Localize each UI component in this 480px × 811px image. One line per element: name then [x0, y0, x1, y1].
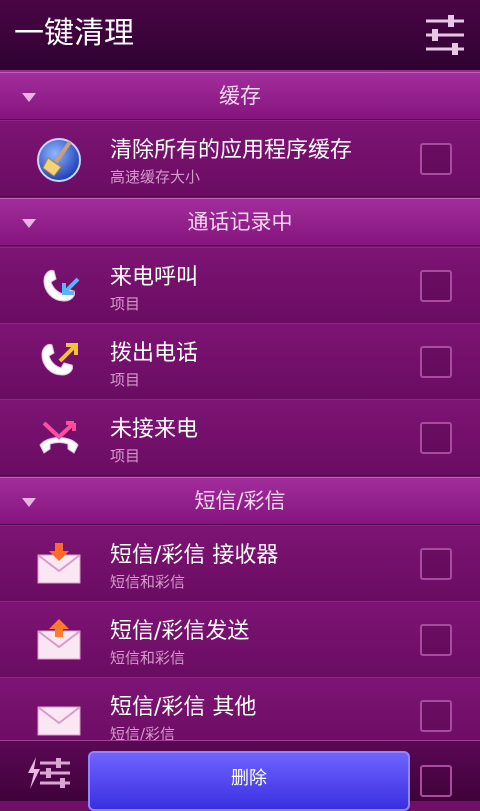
item-title: 清除所有的应用程序缓存	[110, 138, 353, 163]
item-subtitle: 短信和彩信	[110, 649, 186, 667]
section-sms[interactable]: 短信/彩信	[0, 477, 480, 525]
mail-icon	[37, 706, 81, 736]
list-item-sms-inbox[interactable]: 短信/彩信 接收器 短信和彩信	[0, 525, 480, 602]
list-item-outgoing[interactable]: 拨出电话 项目	[0, 323, 480, 400]
checkbox[interactable]	[420, 700, 452, 732]
mail-incoming-icon	[37, 543, 81, 584]
item-title: 来电呼叫	[110, 265, 199, 290]
item-title: 短信/彩信 接收器	[110, 543, 279, 568]
list-item-cache[interactable]: 清除所有的应用程序缓存 高速缓存大小	[0, 120, 480, 197]
item-subtitle: 项目	[110, 295, 141, 313]
item-title: 未接来电	[110, 417, 199, 442]
checkbox[interactable]	[420, 422, 452, 454]
list-item-missed[interactable]: 未接来电 项目	[0, 399, 480, 476]
item-subtitle: 项目	[110, 371, 141, 389]
section-cache[interactable]: 缓存	[0, 72, 480, 120]
item-title: 短信/彩信 其他	[110, 695, 257, 720]
item-subtitle: 项目	[110, 447, 141, 465]
sliders-icon[interactable]	[422, 12, 468, 58]
list-item-sms-sent[interactable]: 短信/彩信发送 短信和彩信	[0, 601, 480, 678]
checkbox[interactable]	[420, 346, 452, 378]
section-label: 缓存	[219, 84, 261, 108]
checkbox[interactable]	[420, 270, 452, 302]
checkbox[interactable]	[420, 624, 452, 656]
checkbox[interactable]	[420, 548, 452, 580]
section-label: 通话记录中	[187, 210, 293, 234]
bottom-bar: 删除	[0, 740, 480, 811]
item-title: 短信/彩信发送	[110, 619, 250, 644]
select-all-checkbox[interactable]	[420, 765, 452, 797]
item-subtitle: 高速缓存大小	[110, 168, 201, 186]
title-bar: 一键清理	[0, 0, 480, 72]
incoming-call-icon	[43, 270, 80, 302]
missed-call-icon	[39, 421, 79, 454]
section-label: 短信/彩信	[194, 489, 286, 513]
item-title: 拨出电话	[110, 341, 199, 366]
item-subtitle: 短信和彩信	[110, 573, 186, 591]
app-title: 一键清理	[14, 16, 134, 51]
mail-outgoing-icon	[37, 619, 81, 660]
outgoing-call-icon	[41, 343, 78, 376]
delete-button[interactable]: 删除	[88, 751, 410, 811]
section-calls[interactable]: 通话记录中	[0, 198, 480, 246]
list-item-incoming[interactable]: 来电呼叫 项目	[0, 247, 480, 324]
broom-icon	[37, 138, 81, 182]
clean-settings-icon[interactable]	[24, 755, 72, 791]
checkbox[interactable]	[420, 143, 452, 175]
